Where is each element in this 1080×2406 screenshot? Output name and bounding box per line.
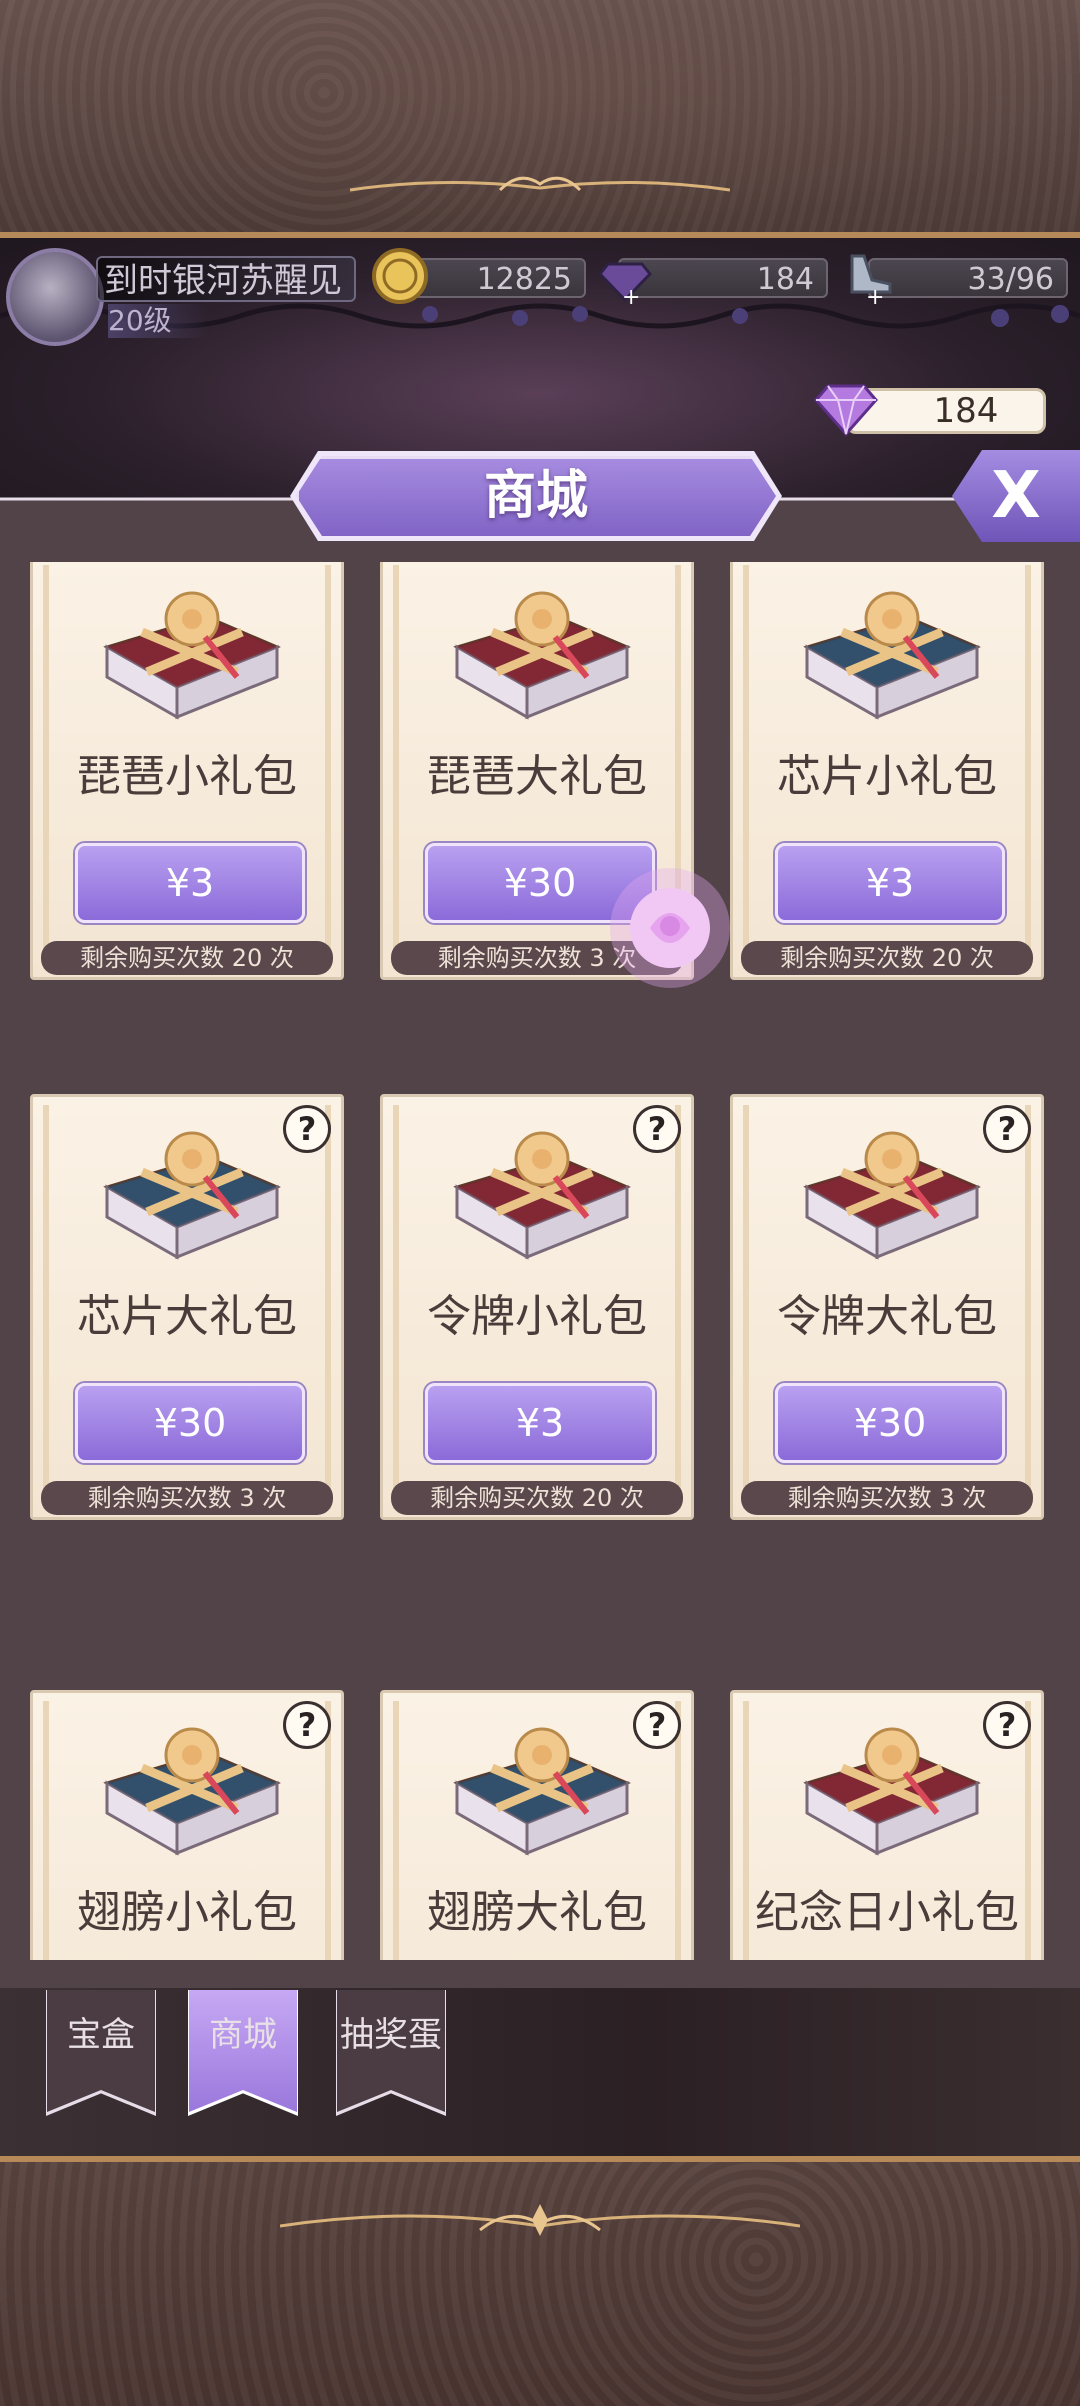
remaining-purchases: 剩余购买次数 20 次 xyxy=(391,1481,683,1515)
item-grid: 琵琶小礼包 ¥3 剩余购买次数 20 次 琵琶大礼包 ¥30 剩余购买次数 3 次 芯片… xyxy=(20,562,1060,1960)
svg-text:+: + xyxy=(866,285,884,304)
remaining-purchases: 剩余购买次数 3 次 xyxy=(41,1481,333,1515)
rose-decoration-icon xyxy=(610,868,730,988)
shop-item-card[interactable]: ? 令牌大礼包 ¥30 剩余购买次数 3 次 xyxy=(730,1094,1044,1520)
remaining-purchases: 剩余购买次数 20 次 xyxy=(741,941,1033,975)
shop-item-card[interactable]: ? 芯片大礼包 ¥30 剩余购买次数 3 次 xyxy=(30,1094,344,1520)
buy-button[interactable]: ¥3 xyxy=(425,1383,655,1463)
item-name: 纪念日小礼包 xyxy=(755,1887,1019,1938)
help-icon[interactable]: ? xyxy=(283,1105,331,1153)
buy-button[interactable]: ¥30 xyxy=(775,1383,1005,1463)
svg-text:+: + xyxy=(622,285,640,304)
help-icon[interactable]: ? xyxy=(983,1105,1031,1153)
shop-item-card[interactable]: ? 翅膀大礼包 xyxy=(380,1690,694,1960)
gift-box-icon xyxy=(453,1131,631,1260)
player-level: 20级 xyxy=(108,304,208,338)
bottom-frame xyxy=(0,2156,1080,2406)
gift-box-icon xyxy=(803,1131,981,1260)
gold-coin-icon xyxy=(372,248,428,304)
gift-box-icon xyxy=(453,591,631,720)
item-name: 翅膀小礼包 xyxy=(77,1887,297,1938)
diamond-icon xyxy=(814,384,878,437)
help-icon[interactable]: ? xyxy=(983,1701,1031,1749)
player-name: 到时银河苏醒见 xyxy=(96,256,356,302)
shop-item-card[interactable]: ? 令牌小礼包 ¥3 剩余购买次数 20 次 xyxy=(380,1094,694,1520)
remaining-purchases: 剩余购买次数 3 次 xyxy=(741,1481,1033,1515)
shop-item-card[interactable]: ? 纪念日小礼包 xyxy=(730,1690,1044,1960)
buy-button[interactable]: ¥3 xyxy=(775,843,1005,923)
buy-button[interactable]: ¥3 xyxy=(75,843,305,923)
item-name: 令牌大礼包 xyxy=(777,1291,997,1342)
gift-box-icon xyxy=(803,1727,981,1856)
item-name: 芯片大礼包 xyxy=(77,1291,297,1342)
shop-item-card[interactable]: ? 翅膀小礼包 xyxy=(30,1690,344,1960)
player-avatar[interactable] xyxy=(6,248,104,346)
remaining-purchases: 剩余购买次数 20 次 xyxy=(41,941,333,975)
item-name: 令牌小礼包 xyxy=(427,1291,647,1342)
top-frame xyxy=(0,0,1080,238)
stamina-shoe-add-icon[interactable]: + xyxy=(842,246,898,304)
help-icon[interactable]: ? xyxy=(633,1701,681,1749)
gift-box-icon xyxy=(453,1727,631,1856)
buy-button[interactable]: ¥30 xyxy=(75,1383,305,1463)
help-icon[interactable]: ? xyxy=(633,1105,681,1153)
gift-box-icon xyxy=(103,591,281,720)
bottom-ornament-icon xyxy=(280,2204,800,2236)
gift-box-icon xyxy=(103,1727,281,1856)
shop-item-card[interactable]: 芯片小礼包 ¥3 剩余购买次数 20 次 xyxy=(730,562,1044,980)
gem-add-icon[interactable]: + xyxy=(596,246,654,304)
gift-box-icon xyxy=(103,1131,281,1260)
shop-item-card[interactable]: 琵琶小礼包 ¥3 剩余购买次数 20 次 xyxy=(30,562,344,980)
help-icon[interactable]: ? xyxy=(283,1701,331,1749)
gift-box-icon xyxy=(803,591,981,720)
stamina-counter: 33/96 xyxy=(868,258,1068,298)
item-name: 琵琶小礼包 xyxy=(77,751,297,802)
top-ornament-icon xyxy=(350,176,730,192)
item-name: 翅膀大礼包 xyxy=(427,1887,647,1938)
shop-title: 商城 xyxy=(483,466,588,526)
item-name: 芯片小礼包 xyxy=(777,751,997,802)
item-name: 琵琶大礼包 xyxy=(427,751,647,802)
bottom-tab-bar xyxy=(0,1988,1080,2156)
